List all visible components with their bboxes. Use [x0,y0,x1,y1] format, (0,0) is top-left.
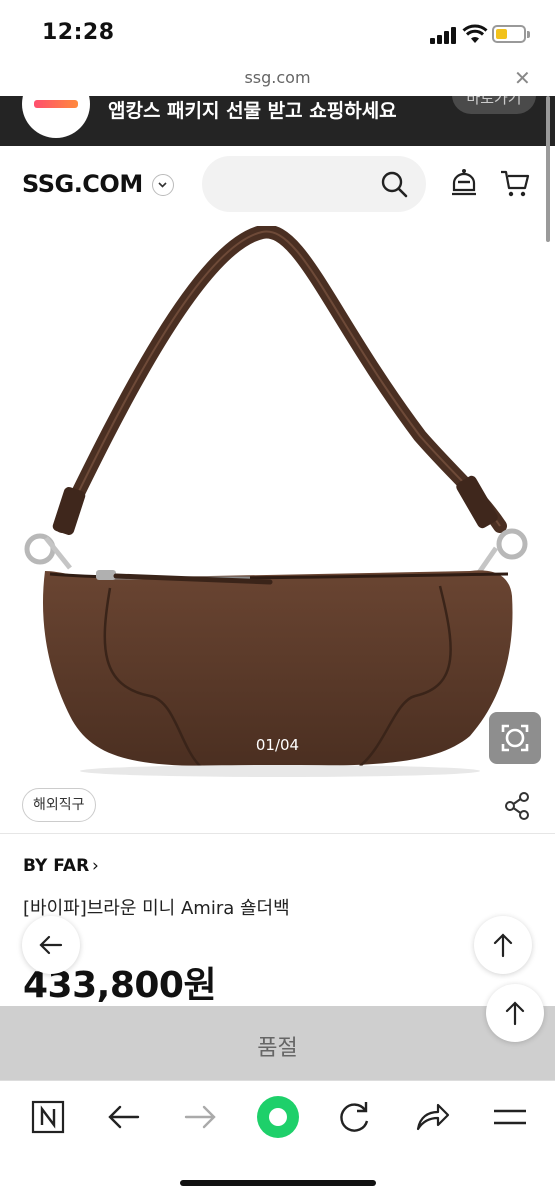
home-indicator [180,1180,376,1186]
menu-icon[interactable] [490,1097,530,1137]
status-bar: 12:28 [0,0,555,64]
wifi-icon [462,24,488,43]
banner-open-button[interactable]: 바로가기 [452,96,536,114]
browser-url-bar[interactable]: ssg.com ✕ [0,64,555,96]
product-image [24,224,528,777]
n-icon[interactable] [28,1097,68,1137]
section-divider [0,833,555,834]
image-counter: 01/04 [255,736,300,754]
soldout-label: 품절 [257,1036,298,1061]
banner-text: 앱캉스 패키지 선물 받고 쇼핑하세요 [108,100,397,122]
product-name: [바이파]브라운 미니 Amira 숄더백 [23,898,290,919]
soldout-bar: 품절 [0,1006,555,1080]
share-icon[interactable] [504,792,530,820]
chatbot-icon[interactable] [450,168,478,198]
arrow-left-icon [39,935,63,955]
app-promo-banner[interactable]: 앱캉스 패키지 선물 받고 쇼핑하세요 바로가기 [0,96,555,146]
back-floating-button[interactable] [22,916,80,974]
scrollbar[interactable] [546,96,550,242]
site-header: SSG.COM [0,146,555,226]
search-icon[interactable] [380,170,408,198]
close-icon[interactable]: ✕ [514,66,531,90]
url-text[interactable]: ssg.com [0,68,555,87]
scroll-top-button-2[interactable] [486,984,544,1042]
overseas-direct-tag: 해외직구 [22,788,96,822]
scroll-top-button[interactable] [474,916,532,974]
status-time: 12:28 [42,20,115,45]
battery-icon [492,25,530,43]
cellular-signal-icon [430,26,458,44]
lens-search-button[interactable] [489,712,541,764]
arrow-up-icon [505,1001,525,1026]
cart-icon[interactable] [500,168,530,198]
product-image-carousel[interactable]: 01/04 [0,224,555,781]
camera-lens-icon [501,724,529,752]
site-logo[interactable]: SSG.COM [22,170,143,198]
chevron-right-icon[interactable]: › [92,856,99,876]
search-input[interactable] [202,156,426,212]
chevron-down-icon[interactable] [152,174,174,196]
reload-icon[interactable] [334,1097,374,1137]
forward-arrow-icon[interactable] [180,1097,220,1137]
whale-icon[interactable] [256,1095,300,1139]
back-arrow-icon[interactable] [104,1097,144,1137]
share-icon[interactable] [412,1097,452,1137]
app-logo-icon [22,96,90,138]
brand-link[interactable]: BY FAR [23,856,89,876]
arrow-up-icon [493,933,513,958]
